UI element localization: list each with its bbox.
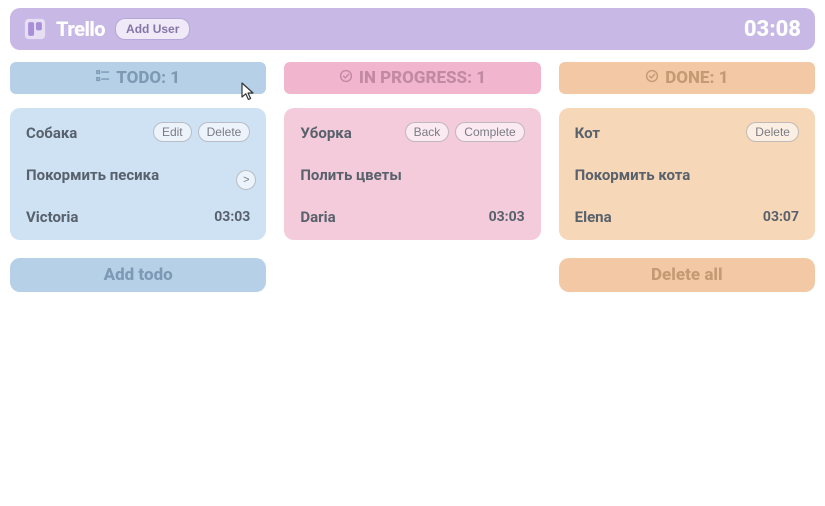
delete-button[interactable]: Delete	[198, 122, 251, 142]
logo-text: Trello	[56, 17, 105, 41]
card-progress: Уборка Back Complete Полить цветы Daria …	[284, 108, 540, 240]
delete-all-button[interactable]: Delete all	[559, 258, 815, 292]
card-desc: Полить цветы	[300, 166, 524, 184]
delete-button[interactable]: Delete	[746, 122, 799, 142]
complete-button[interactable]: Complete	[455, 122, 524, 142]
column-done-header: DONE: 1	[559, 62, 815, 94]
card-title: Собака	[26, 122, 147, 142]
card-desc: Покормить песика	[26, 166, 250, 184]
card-time: 03:07	[763, 209, 799, 225]
card-author: Victoria	[26, 208, 214, 226]
list-icon	[96, 68, 110, 88]
forward-button[interactable]: >	[236, 170, 256, 190]
column-done-title: DONE: 1	[665, 68, 728, 88]
column-todo-title: TODO: 1	[116, 68, 180, 88]
card-author: Elena	[575, 208, 763, 226]
card-done: Кот Delete Покормить кота Elena 03:07	[559, 108, 815, 240]
edit-button[interactable]: Edit	[153, 122, 192, 142]
card-title: Уборка	[300, 122, 398, 142]
progress-icon	[339, 68, 353, 88]
column-progress: IN PROGRESS: 1 Уборка Back Complete Поли…	[284, 62, 540, 292]
card-title: Кот	[575, 122, 741, 142]
card-desc: Покормить кота	[575, 166, 799, 184]
add-user-button[interactable]: Add User	[115, 18, 190, 40]
trello-logo-icon	[24, 18, 46, 40]
column-progress-header: IN PROGRESS: 1	[284, 62, 540, 94]
board: TODO: 1 Собака Edit Delete Покормить пес…	[10, 62, 815, 292]
column-todo: TODO: 1 Собака Edit Delete Покормить пес…	[10, 62, 266, 292]
column-progress-title: IN PROGRESS: 1	[359, 68, 486, 88]
column-done: DONE: 1 Кот Delete Покормить кота Elena …	[559, 62, 815, 292]
card-time: 03:03	[214, 209, 250, 225]
card-time: 03:03	[489, 209, 525, 225]
done-icon	[645, 68, 659, 88]
card-todo: Собака Edit Delete Покормить песика > Vi…	[10, 108, 266, 240]
column-todo-header: TODO: 1	[10, 62, 266, 94]
clock: 03:08	[744, 17, 801, 42]
header: Trello Add User 03:08	[10, 8, 815, 50]
app: Trello Add User 03:08 TODO: 1 Соба	[0, 0, 825, 292]
add-todo-button[interactable]: Add todo	[10, 258, 266, 292]
card-author: Daria	[300, 208, 488, 226]
back-button[interactable]: Back	[405, 122, 450, 142]
